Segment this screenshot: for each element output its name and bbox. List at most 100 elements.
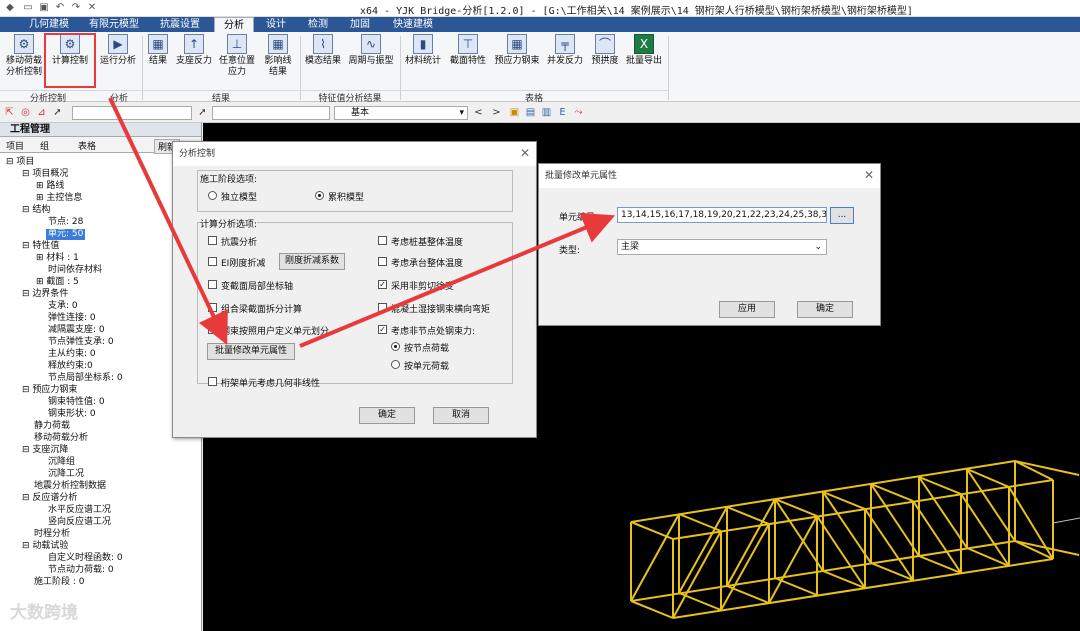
tree-item[interactable]: 静力荷载 (34, 421, 70, 432)
results-button[interactable]: ▦ 结果 (144, 34, 172, 88)
pick-icon[interactable]: ➚ (196, 106, 209, 119)
tree-item[interactable]: ⊞ 材料 : 1 (36, 253, 79, 264)
confirm-button[interactable]: 确定 (797, 301, 853, 318)
checkbox-non-shear-creep[interactable]: ✓ (378, 280, 387, 289)
checkbox-pile-temp[interactable] (378, 236, 387, 245)
close-icon[interactable]: ✕ (520, 146, 530, 160)
tree-item[interactable]: 地震分析控制数据 (34, 481, 106, 492)
batch-export-button[interactable]: X 批量导出 (624, 34, 664, 88)
next-button[interactable]: > (490, 106, 503, 119)
material-stats-button[interactable]: ▮ 材料统计 (402, 34, 444, 88)
panel-tab-project[interactable]: 项目 (6, 139, 24, 152)
tab-inspection[interactable]: 检测 (300, 17, 336, 32)
tree-item[interactable]: 施工阶段 : 0 (34, 577, 84, 588)
tab-geometry[interactable]: 几何建模 (20, 17, 78, 32)
tree-item[interactable]: 沉降工况 (48, 469, 84, 480)
tree-item[interactable]: 节点弹性支承: 0 (48, 337, 114, 348)
undo-icon[interactable]: ↶ (54, 2, 66, 14)
view-select[interactable]: 基本 ▾ (334, 106, 468, 120)
prev-button[interactable]: < (472, 106, 485, 119)
pointer-icon[interactable]: ➚ (51, 106, 64, 119)
target-icon[interactable]: ◎ (19, 106, 32, 119)
toolbar-input-2[interactable] (212, 106, 330, 120)
influence-line-button[interactable]: ▦ 影响线 结果 (260, 34, 296, 88)
select-icon[interactable]: ⇱ (3, 106, 16, 119)
tree-item[interactable]: 水平反应谱工况 (48, 505, 111, 516)
type-select[interactable]: 主梁 ⌄ (617, 239, 827, 255)
toolbar-input[interactable] (72, 106, 192, 120)
tree-item[interactable]: ⊟ 特性值 (22, 241, 59, 252)
axis-icon[interactable]: ⤳ (572, 106, 585, 119)
tree-item[interactable]: 减隔震支座: 0 (48, 325, 105, 336)
concurrent-reaction-button[interactable]: ╤ 并发反力 (544, 34, 586, 88)
tree-item[interactable]: 弹性连接: 0 (48, 313, 96, 324)
tree-item[interactable]: ⊟ 预应力钢束 (22, 385, 77, 396)
camber-button[interactable]: ⌒ 预拱度 (588, 34, 622, 88)
checkbox-wet-joint[interactable] (378, 303, 387, 312)
tree-item[interactable]: ⊟ 支座沉降 (22, 445, 68, 456)
checkbox-truss-nonlinear[interactable] (208, 377, 217, 386)
ok-button[interactable]: 确定 (359, 407, 415, 424)
save-icon[interactable]: ▣ (38, 2, 50, 14)
tree-item[interactable]: ⊞ 截面 : 5 (36, 277, 79, 288)
tab-quick-model[interactable]: 快速建模 (384, 17, 442, 32)
prestress-tendon-button[interactable]: ▦ 预应力钢束 (492, 34, 542, 88)
tree-item[interactable]: ⊟ 动载试验 (22, 541, 68, 552)
tab-seismic[interactable]: 抗震设置 (150, 17, 210, 32)
radio-independent[interactable] (208, 191, 217, 200)
checkbox-seismic[interactable] (208, 236, 217, 245)
tree-item[interactable]: ⊟ 边界条件 (22, 289, 68, 300)
checkbox-variable-section[interactable] (208, 280, 217, 289)
tree-item[interactable]: 主从约束: 0 (48, 349, 96, 360)
radio-cumulative[interactable] (315, 191, 324, 200)
radio-element-load[interactable] (391, 360, 400, 369)
tree-item[interactable]: 节点局部坐标系: 0 (48, 373, 123, 384)
open-icon[interactable]: ▭ (22, 2, 34, 14)
tree-item[interactable]: ⊟ 反应谱分析 (22, 493, 77, 504)
tree-item-selected[interactable]: 单元: 50 (46, 229, 86, 240)
checkbox-tendon-division[interactable] (208, 325, 217, 334)
panel-tab-table[interactable]: 表格 (78, 139, 96, 152)
tree-item[interactable]: 支承: 0 (48, 301, 78, 312)
tree-item[interactable]: ⊟ 项目 (6, 157, 34, 168)
period-mode-button[interactable]: ∿ 周期与振型 (346, 34, 396, 88)
support-reaction-button[interactable]: ↑ 支座反力 (174, 34, 214, 88)
tree-item[interactable]: 沉降组 (48, 457, 75, 468)
tab-design[interactable]: 设计 (258, 17, 294, 32)
tree-item[interactable]: 时程分析 (34, 529, 70, 540)
tree-item[interactable]: 钢束形状: 0 (48, 409, 96, 420)
tab-reinforce[interactable]: 加固 (342, 17, 378, 32)
tree-item[interactable]: 节点: 28 (48, 217, 83, 228)
filter-icon[interactable]: ⊿ (35, 106, 48, 119)
tree-item[interactable]: 节点动力荷载: 0 (48, 565, 114, 576)
element-ids-input[interactable]: 13,14,15,16,17,18,19,20,21,22,23,24,25,3… (617, 207, 827, 223)
redo-icon[interactable]: ↷ (70, 2, 82, 14)
tree-item[interactable]: 自定义时程函数: 0 (48, 553, 123, 564)
grid-view-icon[interactable]: ▥ (540, 106, 553, 119)
batch-modify-button[interactable]: 批量修改单元属性 (207, 343, 295, 360)
cancel-button[interactable]: 取消 (433, 407, 489, 424)
tree-item[interactable]: 释放约束:0 (48, 361, 93, 372)
tree-item[interactable]: 移动荷载分析 (34, 433, 88, 444)
apply-button[interactable]: 应用 (719, 301, 775, 318)
section-props-button[interactable]: ⊤ 截面特性 (446, 34, 490, 88)
modal-results-button[interactable]: ⌇ 模态结果 (302, 34, 344, 88)
tree-item[interactable]: ⊞ 路线 (36, 181, 64, 192)
any-position-stress-button[interactable]: ⊥ 任意位置 应力 (216, 34, 258, 88)
close-doc-icon[interactable]: ✕ (86, 2, 98, 14)
close-icon[interactable]: ✕ (864, 168, 874, 182)
box-icon[interactable]: ▣ (508, 106, 521, 119)
tree-item[interactable]: ⊞ 主控信息 (36, 193, 82, 204)
elevation-icon[interactable]: E (556, 106, 569, 119)
tree-item[interactable]: ⊟ 项目概况 (22, 169, 68, 180)
tree-item[interactable]: ⊟ 结构 (22, 205, 50, 216)
browse-button[interactable]: ... (830, 207, 854, 224)
tree-item[interactable]: 时间依存材料 (48, 265, 102, 276)
checkbox-composite-split[interactable] (208, 303, 217, 312)
run-analysis-button[interactable]: ▶ 运行分析 (98, 34, 138, 88)
tree-item[interactable]: 竖向反应谱工况 (48, 517, 111, 528)
panel-tab-group[interactable]: 组 (40, 139, 49, 152)
tab-analysis[interactable]: 分析 (214, 17, 254, 32)
moving-load-control-button[interactable]: ⚙ 移动荷载 分析控制 (2, 34, 46, 88)
checkbox-ei-reduction[interactable] (208, 257, 217, 266)
